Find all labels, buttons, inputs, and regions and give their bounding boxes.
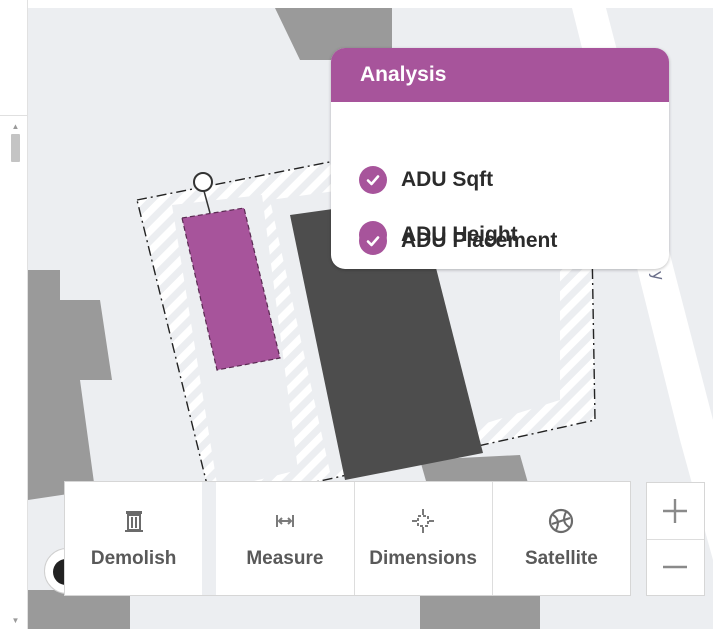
panel-divider [0,115,27,116]
minus-icon [663,565,687,569]
scroll-up-arrow-icon[interactable]: ▲ [9,122,22,132]
scroll-down-arrow-icon[interactable]: ▼ [9,616,22,626]
check-icon [359,166,387,194]
zoom-control [646,482,705,596]
analysis-item-label: ADU Placement [401,229,558,252]
measure-label: Measure [246,548,324,569]
measure-button[interactable]: Measure [216,482,355,595]
side-panel: ▲ ▼ [0,0,28,629]
trash-icon [124,511,143,532]
satellite-label: Satellite [524,548,598,569]
rotate-handle[interactable] [193,172,213,192]
analysis-item-label: ADU Sqft [401,168,494,191]
demolish-label: Demolish [90,548,177,569]
dimensions-button[interactable]: Dimensions [355,482,493,595]
neighbor-building [420,595,540,629]
demolish-button[interactable]: Demolish [65,482,217,595]
dimensions-icon [412,509,435,533]
analysis-card: Analysis ADU Sqft ADU Height ADU Placeme… [331,48,669,269]
neighbor-building [28,270,112,500]
scrollbar[interactable]: ▲ ▼ [9,122,22,626]
analysis-title: Analysis [331,48,669,102]
map-toolbar: Demolish Measure Dimensions Satellite [64,481,631,596]
analysis-item-adu-sqft[interactable]: ADU Sqft [359,163,493,197]
zoom-out-button[interactable] [647,539,704,595]
zoom-in-button[interactable] [647,483,704,540]
globe-icon [549,508,574,534]
scroll-thumb[interactable] [11,134,20,162]
plus-icon [663,499,687,523]
analysis-item-adu-placement[interactable]: ADU Placement [359,224,557,258]
satellite-button[interactable]: Satellite [493,482,630,595]
ruler-icon [275,515,294,527]
dimensions-label: Dimensions [369,548,477,569]
check-icon [359,227,387,255]
